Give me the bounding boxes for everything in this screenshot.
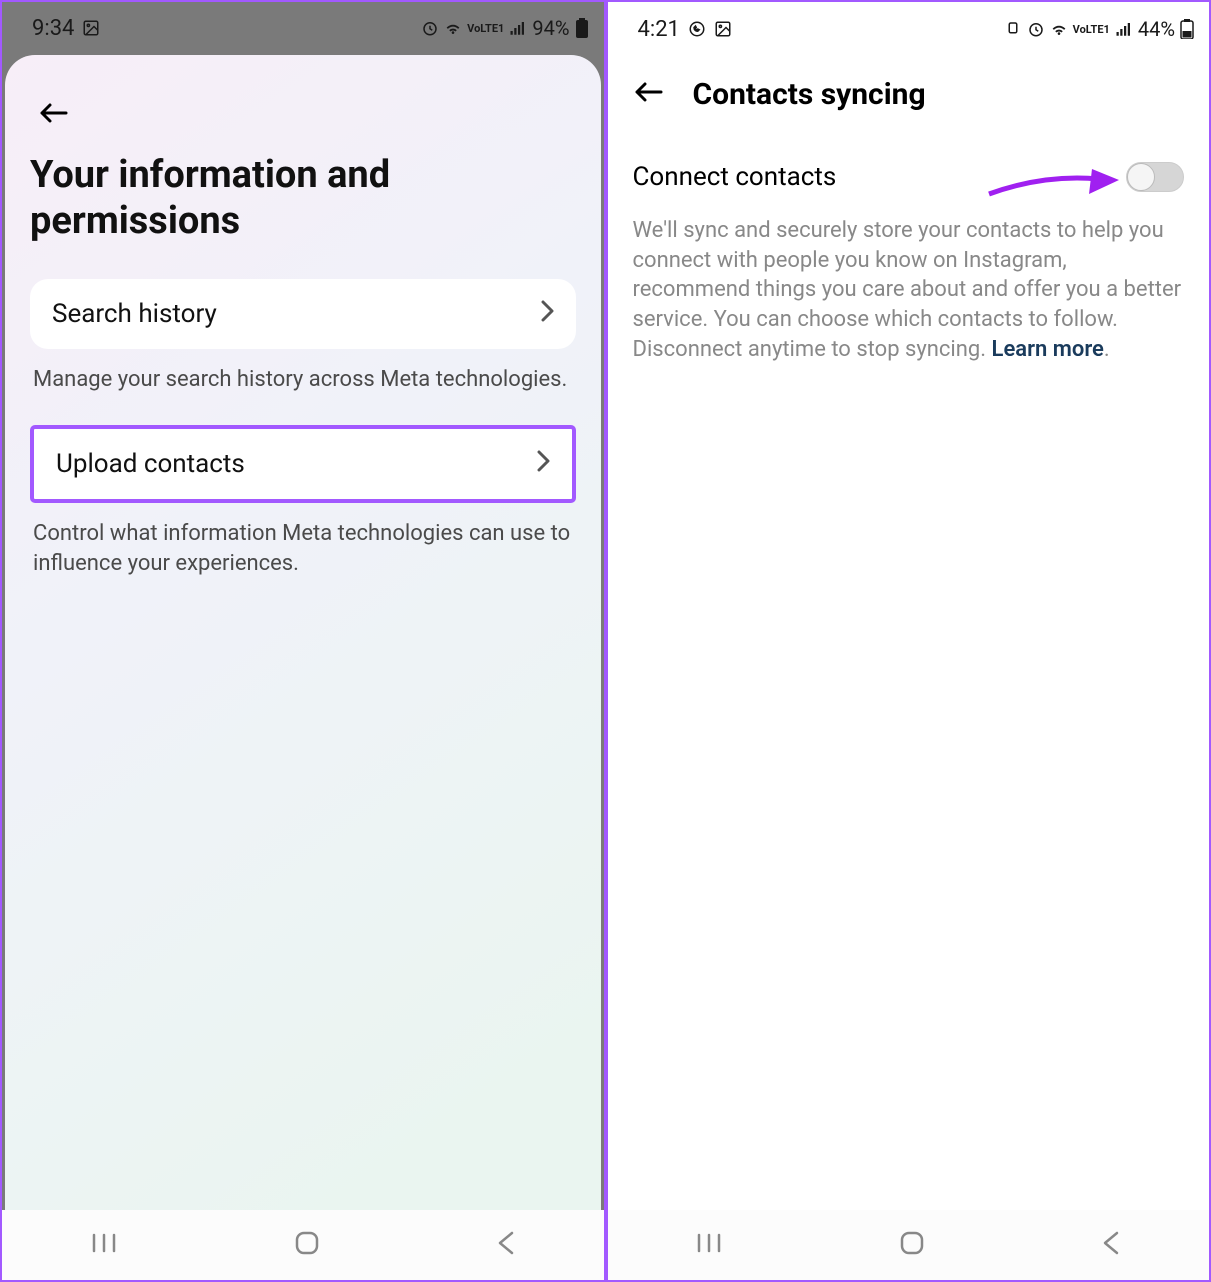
time-text: 4:21 — [638, 17, 680, 42]
header-title: Contacts syncing — [693, 77, 926, 112]
nav-back-button[interactable] — [496, 1229, 516, 1261]
alarm-icon — [421, 19, 439, 37]
upload-contacts-label: Upload contacts — [56, 449, 245, 479]
upload-contacts-item[interactable]: Upload contacts — [30, 425, 576, 503]
nav-back-button[interactable] — [1101, 1229, 1121, 1261]
highlight-arrow-icon — [984, 164, 1124, 204]
search-history-desc: Manage your search history across Meta t… — [30, 349, 576, 425]
upload-contacts-desc: Control what information Meta technologi… — [30, 503, 576, 608]
status-icons: VoLTE1 44% — [1004, 17, 1194, 41]
phone-right: 4:21 VoLTE1 44% Contacts syncing Connect… — [606, 0, 1211, 1282]
android-nav-bar — [608, 1210, 1210, 1280]
alarm-icon — [1004, 20, 1022, 38]
search-history-label: Search history — [52, 299, 217, 329]
connect-contacts-row: Connect contacts — [608, 142, 1210, 202]
home-button[interactable] — [293, 1229, 321, 1261]
settings-card: Your information and permissions Search … — [5, 55, 601, 1210]
status-time: 4:21 — [638, 17, 732, 42]
signal-icon — [509, 19, 527, 37]
back-button[interactable] — [30, 85, 576, 153]
image-icon — [714, 20, 732, 38]
status-time: 9:34 — [32, 16, 100, 41]
page-title: Your information and permissions — [30, 153, 576, 244]
status-bar: 4:21 VoLTE1 44% — [608, 2, 1210, 52]
time-text: 9:34 — [32, 16, 74, 41]
signal-icon — [1115, 20, 1133, 38]
connect-contacts-label: Connect contacts — [633, 162, 837, 192]
sync-description: We'll sync and securely store your conta… — [608, 202, 1210, 374]
chevron-right-icon — [540, 300, 554, 328]
image-icon — [82, 19, 100, 37]
back-button[interactable] — [633, 77, 665, 112]
recent-apps-button[interactable] — [90, 1229, 118, 1261]
wifi-icon — [1050, 20, 1068, 38]
lte-icon: VoLTE1 — [467, 22, 504, 35]
phone-left: 9:34 VoLTE1 94% Your information and per… — [0, 0, 606, 1282]
status-bar: 9:34 VoLTE1 94% — [2, 2, 604, 52]
wifi-icon — [444, 19, 462, 37]
battery-icon — [575, 18, 589, 38]
status-icons: VoLTE1 94% — [421, 16, 588, 40]
connect-contacts-toggle[interactable] — [1126, 162, 1184, 192]
chevron-right-icon — [536, 450, 550, 478]
header: Contacts syncing — [608, 52, 1210, 142]
battery-pct: 44% — [1138, 17, 1175, 41]
whatsapp-icon — [688, 20, 706, 38]
home-button[interactable] — [898, 1229, 926, 1261]
toggle-knob — [1127, 163, 1155, 191]
android-nav-bar — [2, 1210, 604, 1280]
clock-icon — [1027, 20, 1045, 38]
search-history-item[interactable]: Search history — [30, 279, 576, 349]
battery-icon — [1180, 19, 1194, 39]
period: . — [1104, 337, 1110, 362]
battery-pct: 94% — [532, 16, 569, 40]
lte-icon: VoLTE1 — [1073, 23, 1110, 36]
recent-apps-button[interactable] — [695, 1229, 723, 1261]
learn-more-link[interactable]: Learn more — [992, 337, 1104, 362]
